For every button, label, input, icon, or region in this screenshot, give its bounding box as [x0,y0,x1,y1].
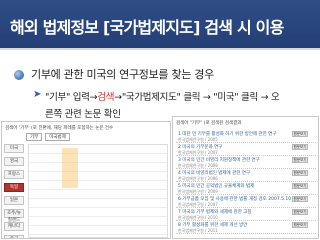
sidebar-item-usa[interactable]: 미국 [4,144,24,153]
view-button[interactable]: 원문보기 [292,183,308,189]
view-button[interactable]: 원문보기 [292,131,308,137]
result-meta: 한국법제연구원 / 2011 [178,228,218,233]
tab-gibu[interactable]: 기부 [26,133,43,141]
list-item[interactable]: 3 미국의 민간 비영리 지원정책에 관한 연구 한국법제연구원 / 2008 원문… [176,156,316,169]
map-screenshot-panel: 검색어 '기부' (로 전편에, 해당 파레를 포함하는 논문 건수 기부 미국… [1,121,171,239]
page-title: 해외 법제정보 [국가법제지도] 검색 시 이용 [10,18,284,37]
sidebar-item-japan[interactable]: 일본 [4,196,24,205]
tab-us-law[interactable]: 미국법제 [45,133,70,141]
instruction-line-2: 른쪽 관련 논문 확인 [45,109,121,120]
title-banner: 해외 법제정보 [국가법제지도] 검색 시 이용 [0,0,320,50]
result-grid [28,144,168,238]
list-item[interactable]: 2 미국의 기부문화 연구 한국법제연구원 / 2007 원문보기 [176,143,316,156]
view-button[interactable]: 원문보기 [292,157,308,163]
country-sidebar: 미국 영국 프랑스 독일 일본 호주/뉴질랜드 캐나다 중국 [4,144,26,238]
list-item[interactable]: 7 미국의 기부 법제와 세제에 관한 고찰 한국법제연구원 / 2010 원문보기 [176,208,316,221]
left-panel-caption: 검색어 '기부' (로 전편에, 해당 파레를 포함하는 논문 건수 [5,126,114,131]
left-panel-tabs: 기부 미국법제 [26,133,166,142]
list-item[interactable]: 6 기부금품 모집 및 사용에 관한 법률 개정 검토 2007.5.10 한국법… [176,195,316,208]
sidebar-item-china[interactable]: 중국 [4,235,24,238]
section-heading: 기부에 관한 미국의 연구정보를 찾는 경우 [31,68,214,81]
arrow-icon: ➤ [33,89,42,100]
sidebar-item-france[interactable]: 프랑스 [4,170,24,179]
view-button[interactable]: 원문보기 [292,209,308,215]
right-panel-caption: 검색어 "기부" (로 검색된 검색결과 [176,121,242,126]
results-screenshot-panel: 검색어 "기부" (로 검색된 검색결과 1 대한 민 기부를 활성화 하기 위… [172,116,319,239]
instruction-line-1: "기부" 입력→검색→"국가법제지도" 클릭 → "미국" 클릭 → 오 [45,89,280,103]
instruction-part-3: →"국가법제지도" 클릭 → "미국" 클릭 → 오 [114,92,280,103]
sidebar-item-germany[interactable]: 독일 [4,183,24,192]
list-item[interactable]: 4 미국의 비영리법인 법제에 관한 연구 한국법제연구원 / 2006 원문보기 [176,169,316,182]
list-item[interactable]: 5 미국의 민간 공익법인 규율체계와 법제 한국법제연구원 / 2009 원문보기 [176,182,316,195]
sidebar-item-canada[interactable]: 캐나다 [4,222,24,231]
list-item[interactable]: 8 기부 활성화를 위한 세제 개선 방안 한국법제연구원 / 2011 원문보기 [176,221,316,234]
view-button[interactable]: 원문보기 [292,170,308,176]
instruction-part-1: "기부" 입력→ [45,92,98,103]
view-button[interactable]: 원문보기 [292,144,308,150]
view-button[interactable]: 원문보기 [292,222,308,228]
bullet-icon [14,70,24,80]
sidebar-item-uk[interactable]: 영국 [4,157,24,166]
instruction-keyword: 검색 [97,92,115,103]
highlight-column [62,148,78,188]
list-item[interactable]: 1 대한 민 기부를 활성화 하기 위한 방안에 관한 연구 한국법제연구원 / … [176,130,316,143]
sidebar-item-australia[interactable]: 호주/뉴질랜드 [4,209,24,223]
view-button[interactable]: 원문보기 [292,196,308,202]
results-list: 1 대한 민 기부를 활성화 하기 위한 방안에 관한 연구 한국법제연구원 / … [176,130,316,234]
